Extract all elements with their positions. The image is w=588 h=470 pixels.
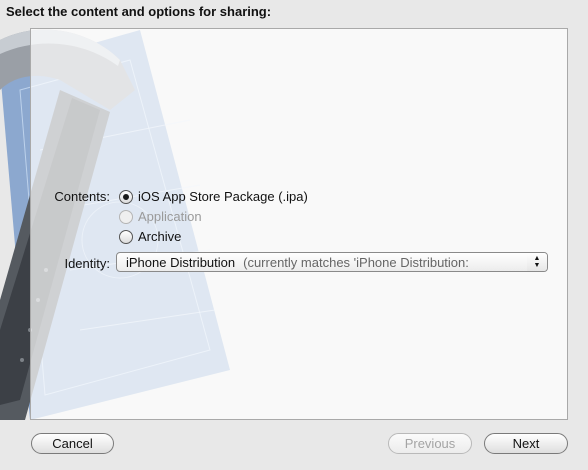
radio-button[interactable] — [119, 229, 133, 244]
identity-label: Identity: — [64, 256, 110, 271]
previous-button: Previous — [388, 433, 472, 454]
radio-archive[interactable]: Archive — [119, 229, 181, 244]
identity-detail: (currently matches 'iPhone Distribution: — [243, 254, 469, 270]
radio-button-disabled — [119, 209, 133, 224]
radio-application-label: Application — [138, 209, 202, 224]
radio-button-selected[interactable] — [119, 189, 133, 204]
cancel-button[interactable]: Cancel — [31, 433, 114, 454]
radio-application: Application — [119, 209, 202, 224]
page-title: Select the content and options for shari… — [6, 4, 272, 19]
identity-value: iPhone Distribution — [126, 254, 236, 270]
radio-archive-label: Archive — [138, 229, 182, 244]
next-button[interactable]: Next — [484, 433, 568, 454]
popup-arrows-icon: ▲ ▼ — [527, 253, 547, 271]
radio-ipa-label: iOS App Store Package (.ipa) — [138, 189, 308, 204]
identity-popup[interactable]: iPhone Distribution (currently matches '… — [116, 252, 548, 272]
options-panel — [30, 28, 568, 420]
contents-label: Contents: — [54, 189, 110, 204]
radio-ipa[interactable]: iOS App Store Package (.ipa) — [119, 189, 308, 204]
